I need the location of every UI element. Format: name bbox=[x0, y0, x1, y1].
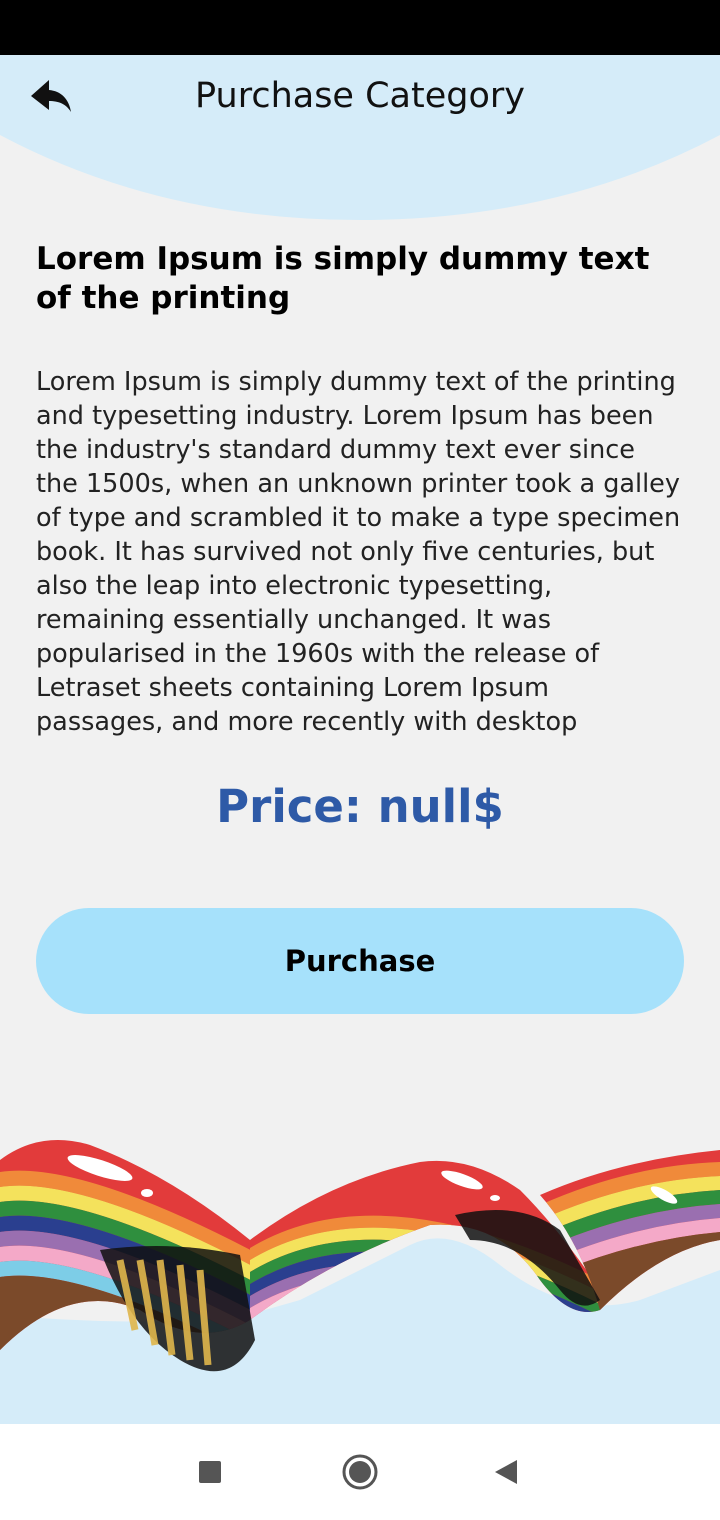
rainbow-ribbon-illustration bbox=[0, 1140, 720, 1424]
content-body-text: Lorem Ipsum is simply dummy text of the … bbox=[36, 367, 681, 737]
triangle-back-icon bbox=[495, 1460, 517, 1484]
status-bar bbox=[0, 0, 720, 55]
back-arrow-icon bbox=[31, 80, 71, 112]
home-button[interactable] bbox=[336, 1448, 384, 1496]
price-label: Price: null$ bbox=[216, 780, 504, 833]
content-headline: Lorem Ipsum is simply dummy text of the … bbox=[36, 241, 650, 316]
header-wave-background bbox=[0, 55, 720, 220]
back-button[interactable] bbox=[24, 72, 78, 120]
recents-button[interactable] bbox=[186, 1448, 234, 1496]
circle-home-icon bbox=[342, 1454, 378, 1490]
system-navigation-bar bbox=[0, 1424, 720, 1520]
square-icon bbox=[199, 1461, 221, 1483]
nav-back-button[interactable] bbox=[482, 1448, 530, 1496]
purchase-button[interactable]: Purchase bbox=[36, 908, 684, 1014]
